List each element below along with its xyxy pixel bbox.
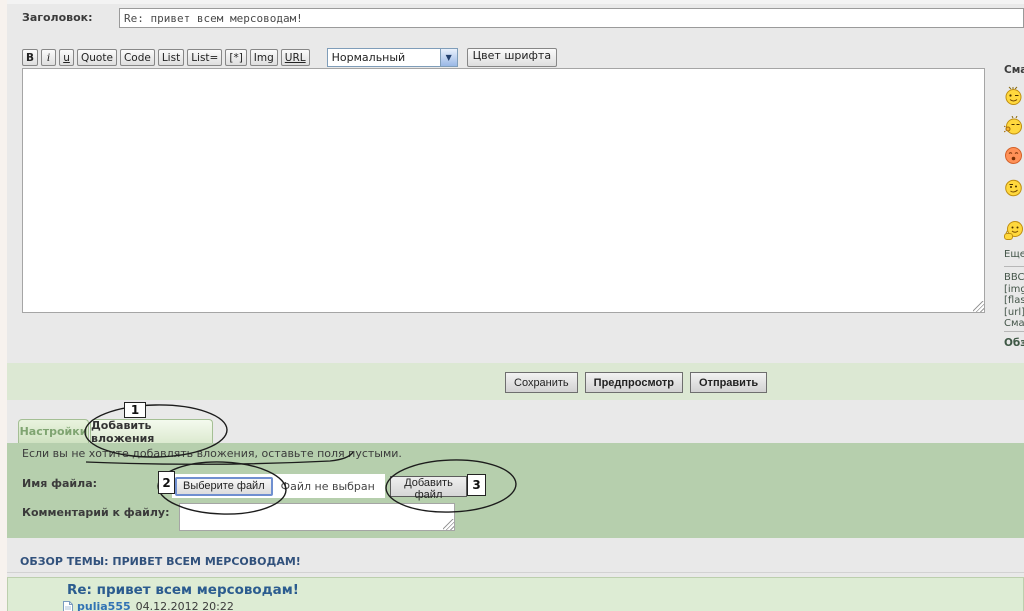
subject-input[interactable] [119,8,1024,28]
thumbs-up-smiley-icon[interactable] [1004,220,1024,241]
author-link[interactable]: pulia555 [77,600,131,611]
file-name-label: Имя файла: [22,477,97,490]
bold-button[interactable]: B [22,49,38,66]
message-editor-textarea[interactable] [22,68,985,313]
bbcode-help-line: Сма [1004,318,1024,330]
tab-add-attachments[interactable]: Добавить вложения [90,419,213,443]
reply-editor-page: Заголовок: B i u Quote Code List List= [… [0,0,1024,611]
file-comment-label: Комментарий к файлу: [22,506,169,519]
bbcode-help-line: [img [1004,284,1024,296]
sarcastic-smiley-icon[interactable] [1004,178,1023,197]
no-file-selected-text: Файл не выбран [281,480,375,493]
smilies-header: Сма [1004,64,1024,76]
add-file-button[interactable]: Добавить файл [390,476,467,497]
action-buttons: Сохранить Предпросмотр Отправить [505,372,767,393]
file-comment-textarea[interactable] [179,503,455,531]
sidebar-divider [1004,331,1024,332]
blush-smiley-icon[interactable] [1004,146,1023,165]
file-input[interactable]: Выберите файл Файл не выбран [172,474,385,498]
post-title-link[interactable]: Re: привет всем мерсоводам! [67,582,299,598]
bbcode-toolbar: B i u Quote Code List List= [*] Img URL … [22,48,557,67]
sidebar-review-header: Обз [1004,337,1024,349]
smilies-more-link[interactable]: Еще [1004,249,1024,260]
bbcode-help-line: [url] [1004,307,1024,319]
annotation-step-2: 2 [158,471,175,494]
img-button[interactable]: Img [250,49,278,66]
topic-review-post: Re: привет всем мерсоводам! pulia555 04.… [7,577,1024,611]
sidebar-divider [1004,266,1024,267]
subject-label: Заголовок: [22,11,93,24]
font-size-select[interactable]: Нормальный ▼ [327,48,458,67]
list-button[interactable]: List [158,49,184,66]
kiss-smiley-icon[interactable] [1004,116,1023,135]
list-item-button[interactable]: [*] [225,49,246,66]
code-button[interactable]: Code [120,49,155,66]
bbcode-help-line: [flas [1004,295,1024,307]
top-edge-strip [0,0,1024,4]
divider [7,572,1024,573]
left-edge-strip [0,0,7,611]
attachments-hint: Если вы не хотите добавлять вложения, ос… [22,447,402,460]
save-button[interactable]: Сохранить [505,372,578,393]
italic-button[interactable]: i [41,49,56,66]
quote-button[interactable]: Quote [77,49,117,66]
annotation-step-3: 3 [467,474,486,496]
underline-button[interactable]: u [59,49,74,66]
annotation-step-1: 1 [124,402,146,418]
submit-button[interactable]: Отправить [690,372,767,393]
chevron-down-icon: ▼ [440,49,457,66]
choose-file-button[interactable]: Выберите файл [175,477,273,496]
bbcode-help-line: BBC [1004,272,1024,284]
preview-button[interactable]: Предпросмотр [585,372,683,393]
bbcode-help-block: BBC [img [flas [url] Сма [1004,272,1024,330]
font-size-selected-value: Нормальный [328,51,440,64]
post-icon [63,601,73,611]
post-meta-row: pulia555 04.12.2012 20:22 [63,600,234,611]
tab-settings[interactable]: Настройки [18,419,89,443]
url-button[interactable]: URL [281,49,310,66]
wink-smiley-icon[interactable] [1004,86,1023,105]
list-eq-button[interactable]: List= [187,49,222,66]
font-color-button[interactable]: Цвет шрифта [467,48,557,67]
post-date: 04.12.2012 20:22 [136,600,234,611]
topic-review-header: ОБЗОР ТЕМЫ: ПРИВЕТ ВСЕМ МЕРСОВОДАМ! [20,555,301,568]
actions-band: Сохранить Предпросмотр Отправить [7,363,1024,400]
